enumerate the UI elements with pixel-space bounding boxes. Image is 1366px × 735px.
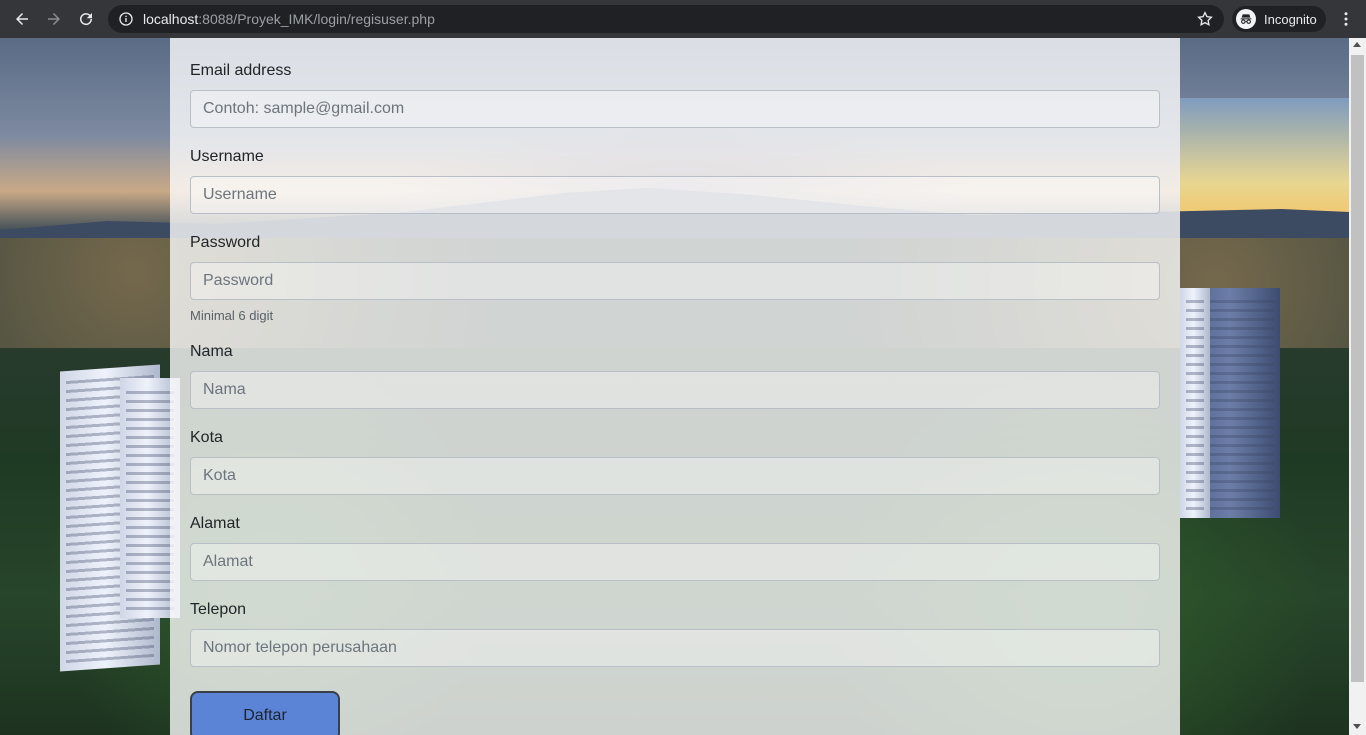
- password-label: Password: [190, 234, 261, 251]
- password-field[interactable]: [190, 262, 1160, 300]
- info-icon[interactable]: [118, 11, 134, 27]
- back-button[interactable]: [6, 0, 38, 38]
- password-help-text: Minimal 6 digit: [190, 308, 274, 323]
- back-icon: [16, 13, 28, 25]
- scrollbar-thumb[interactable]: [1351, 55, 1364, 682]
- username-field[interactable]: [190, 176, 1160, 214]
- incognito-label: Incognito: [1264, 11, 1317, 27]
- page-viewport: Email address Username Password Minimal …: [0, 38, 1349, 735]
- vertical-scrollbar[interactable]: [1349, 38, 1366, 735]
- telepon-label: Telepon: [190, 601, 247, 618]
- url-path: :8088/Proyek_IMK/login/regisuser.php: [198, 11, 435, 27]
- scroll-up-icon[interactable]: [1353, 42, 1361, 47]
- kota-field[interactable]: [190, 457, 1160, 495]
- nama-field[interactable]: [190, 371, 1160, 409]
- forward-icon: [48, 13, 60, 25]
- email-label: Email address: [190, 62, 292, 79]
- more-vert-icon: [1344, 12, 1348, 26]
- registration-form: Email address Username Password Minimal …: [170, 38, 1180, 735]
- url-host: localhost: [143, 11, 199, 27]
- incognito-icon: [1236, 9, 1256, 29]
- alamat-field[interactable]: [190, 543, 1160, 581]
- browser-menu-button[interactable]: [1334, 0, 1358, 38]
- forward-button[interactable]: [38, 0, 70, 38]
- browser-toolbar: localhost:8088/Proyek_IMK/login/regisuse…: [0, 0, 1366, 38]
- kota-label: Kota: [190, 429, 223, 446]
- nama-label: Nama: [190, 343, 233, 360]
- address-bar[interactable]: localhost:8088/Proyek_IMK/login/regisuse…: [108, 5, 1224, 33]
- scroll-down-icon[interactable]: [1353, 724, 1361, 729]
- username-label: Username: [190, 148, 264, 165]
- reload-button[interactable]: [70, 0, 102, 38]
- star-icon[interactable]: [1196, 10, 1214, 28]
- alamat-label: Alamat: [190, 515, 240, 532]
- url-text: localhost:8088/Proyek_IMK/login/regisuse…: [143, 11, 435, 27]
- telepon-field[interactable]: [190, 629, 1160, 667]
- reload-icon: [80, 13, 93, 26]
- incognito-indicator[interactable]: Incognito: [1232, 6, 1326, 32]
- email-field[interactable]: [190, 90, 1160, 128]
- daftar-button[interactable]: Daftar: [190, 691, 340, 735]
